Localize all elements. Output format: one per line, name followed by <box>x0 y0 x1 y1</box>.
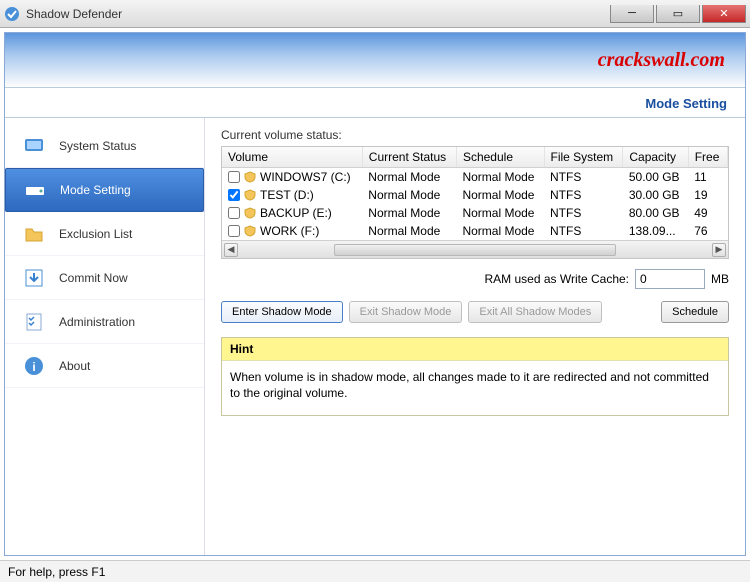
cell-schedule: Normal Mode <box>456 204 544 222</box>
monitor-icon <box>23 135 45 157</box>
volume-checkbox[interactable] <box>228 225 240 237</box>
hint-title: Hint <box>222 338 728 361</box>
cell-status: Normal Mode <box>362 204 456 222</box>
sidebar-item-about[interactable]: i About <box>5 344 204 388</box>
ram-cache-label: RAM used as Write Cache: <box>485 272 630 286</box>
cell-free: 11 <box>688 168 727 187</box>
checklist-icon <box>23 311 45 333</box>
shield-icon <box>244 189 256 201</box>
cell-capacity: 50.00 GB <box>623 168 688 187</box>
cell-free: 76 <box>688 222 727 240</box>
maximize-button[interactable]: ▭ <box>656 5 700 23</box>
sidebar-item-label: System Status <box>59 139 136 153</box>
minimize-button[interactable]: ─ <box>610 5 654 23</box>
volume-status-label: Current volume status: <box>221 128 729 142</box>
cell-capacity: 30.00 GB <box>623 186 688 204</box>
col-current-status[interactable]: Current Status <box>362 147 456 168</box>
cell-status: Normal Mode <box>362 168 456 187</box>
volume-checkbox[interactable] <box>228 189 240 201</box>
cell-fs: NTFS <box>544 204 623 222</box>
info-icon: i <box>23 355 45 377</box>
hint-panel: Hint When volume is in shadow mode, all … <box>221 337 729 416</box>
table-row[interactable]: BACKUP (E:)Normal ModeNormal ModeNTFS80.… <box>222 204 728 222</box>
shield-icon <box>244 171 256 183</box>
table-row[interactable]: WORK (F:)Normal ModeNormal ModeNTFS138.0… <box>222 222 728 240</box>
close-button[interactable]: ✕ <box>702 5 746 23</box>
volume-name: TEST (D:) <box>260 188 314 202</box>
ram-unit-label: MB <box>711 272 729 286</box>
statusbar-text: For help, press F1 <box>8 565 105 579</box>
shield-icon <box>244 207 256 219</box>
col-free[interactable]: Free <box>688 147 727 168</box>
folder-icon <box>23 223 45 245</box>
cell-free: 19 <box>688 186 727 204</box>
cell-status: Normal Mode <box>362 222 456 240</box>
cell-schedule: Normal Mode <box>456 168 544 187</box>
statusbar: For help, press F1 <box>0 560 750 582</box>
volume-checkbox[interactable] <box>228 171 240 183</box>
sidebar-item-exclusion-list[interactable]: Exclusion List <box>5 212 204 256</box>
volume-table-container: Volume Current Status Schedule File Syst… <box>221 146 729 259</box>
sidebar-item-label: Exclusion List <box>59 227 132 241</box>
sidebar-item-label: Commit Now <box>59 271 128 285</box>
header-banner: crackswall.com <box>5 33 745 88</box>
hint-body: When volume is in shadow mode, all chang… <box>222 361 728 415</box>
scroll-thumb[interactable] <box>334 244 616 256</box>
sidebar-item-system-status[interactable]: System Status <box>5 124 204 168</box>
scroll-right-icon[interactable]: ▶ <box>712 243 726 257</box>
volume-name: WINDOWS7 (C:) <box>260 170 351 184</box>
svg-text:i: i <box>32 360 35 374</box>
drive-icon <box>24 179 46 201</box>
horizontal-scrollbar[interactable]: ◀ ▶ <box>222 240 728 258</box>
cell-capacity: 138.09... <box>623 222 688 240</box>
volume-checkbox[interactable] <box>228 207 240 219</box>
col-capacity[interactable]: Capacity <box>623 147 688 168</box>
sidebar-item-label: Mode Setting <box>60 183 131 197</box>
exit-all-shadow-modes-button[interactable]: Exit All Shadow Modes <box>468 301 602 323</box>
sidebar-item-label: Administration <box>59 315 135 329</box>
page-title: Mode Setting <box>5 88 745 118</box>
titlebar: Shadow Defender ─ ▭ ✕ <box>0 0 750 28</box>
cell-fs: NTFS <box>544 186 623 204</box>
col-volume[interactable]: Volume <box>222 147 362 168</box>
cell-capacity: 80.00 GB <box>623 204 688 222</box>
cell-free: 49 <box>688 204 727 222</box>
app-icon <box>4 6 20 22</box>
enter-shadow-mode-button[interactable]: Enter Shadow Mode <box>221 301 343 323</box>
sidebar-item-commit-now[interactable]: Commit Now <box>5 256 204 300</box>
volume-name: BACKUP (E:) <box>260 206 332 220</box>
sidebar: System Status Mode Setting Exclusion Lis… <box>5 118 205 555</box>
volume-name: WORK (F:) <box>260 224 319 238</box>
col-file-system[interactable]: File System <box>544 147 623 168</box>
cell-fs: NTFS <box>544 222 623 240</box>
ram-cache-input[interactable] <box>635 269 705 289</box>
watermark-text: crackswall.com <box>598 49 725 72</box>
app-frame: crackswall.com Mode Setting System Statu… <box>4 32 746 556</box>
col-schedule[interactable]: Schedule <box>456 147 544 168</box>
exit-shadow-mode-button[interactable]: Exit Shadow Mode <box>349 301 463 323</box>
sidebar-item-administration[interactable]: Administration <box>5 300 204 344</box>
cell-schedule: Normal Mode <box>456 222 544 240</box>
window-title: Shadow Defender <box>26 7 610 21</box>
scroll-left-icon[interactable]: ◀ <box>224 243 238 257</box>
table-row[interactable]: TEST (D:)Normal ModeNormal ModeNTFS30.00… <box>222 186 728 204</box>
schedule-button[interactable]: Schedule <box>661 301 729 323</box>
sidebar-item-mode-setting[interactable]: Mode Setting <box>5 168 204 212</box>
table-row[interactable]: WINDOWS7 (C:)Normal ModeNormal ModeNTFS5… <box>222 168 728 187</box>
cell-fs: NTFS <box>544 168 623 187</box>
cell-status: Normal Mode <box>362 186 456 204</box>
sidebar-item-label: About <box>59 359 90 373</box>
cell-schedule: Normal Mode <box>456 186 544 204</box>
shield-icon <box>244 225 256 237</box>
volume-table: Volume Current Status Schedule File Syst… <box>222 147 728 240</box>
download-icon <box>23 267 45 289</box>
content-area: Current volume status: Volume Current St… <box>205 118 745 555</box>
